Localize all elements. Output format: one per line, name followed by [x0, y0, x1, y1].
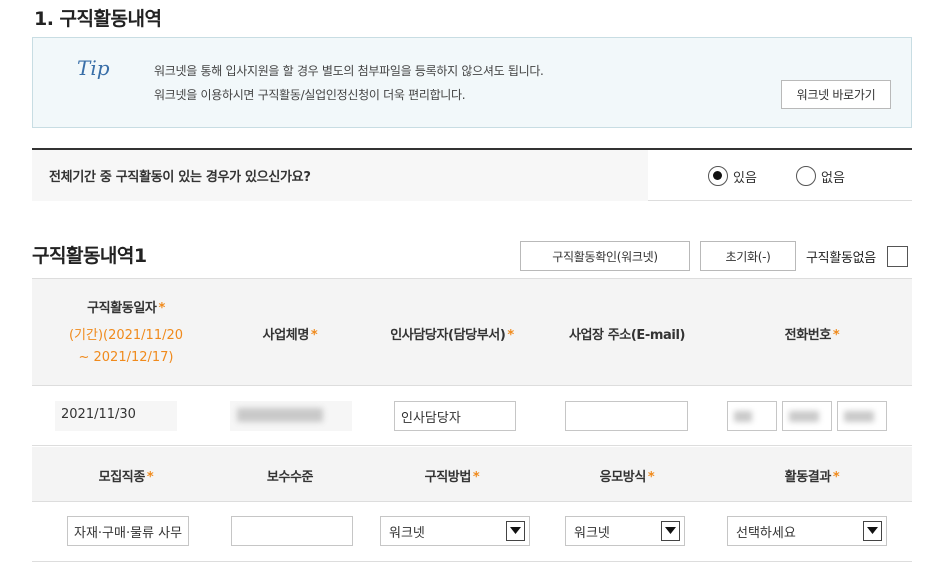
th-date: 구직활동일자 *: [87, 301, 165, 316]
table-header-1: 구직활동일자 * (기간)(2021/11/20 ~ 2021/12/17) 사업…: [32, 278, 912, 386]
th-method: 구직방법 *: [424, 470, 480, 485]
th-hr: 인사담당자(담당부서) *: [390, 328, 514, 343]
radio-yes[interactable]: 있음: [708, 166, 757, 186]
phone-field-2[interactable]: [782, 401, 832, 431]
check-activity-button[interactable]: 구직활동확인(워크넷): [520, 241, 690, 271]
table-header-2: 모집직종 * 보수수준 구직방법 * 응모방식 * 활동결과 *: [32, 447, 912, 502]
result-select[interactable]: 선택하세요: [727, 516, 887, 546]
radio-no-label: 없음: [821, 170, 845, 186]
radio-no[interactable]: 없음: [796, 166, 845, 186]
th-result: 활동결과 *: [784, 470, 840, 485]
chevron-down-icon[interactable]: [506, 521, 525, 541]
method-select[interactable]: 워크넷: [380, 516, 530, 546]
activity-question-row: 전체기간 중 구직활동이 있는 경우가 있으신가요? 있음 없음: [32, 148, 912, 201]
th-salary: 보수수준: [266, 470, 314, 485]
chevron-down-icon[interactable]: [661, 521, 680, 541]
apply-select[interactable]: 워크넷: [565, 516, 685, 546]
activity-title: 구직활동내역1: [32, 245, 147, 267]
section-title: 1. 구직활동내역: [34, 8, 162, 30]
address-field[interactable]: [565, 401, 688, 431]
period-line-1: (기간)(2021/11/20: [68, 328, 184, 343]
salary-field[interactable]: [231, 516, 353, 546]
tip-line-2: 워크넷을 이용하시면 구직활동/실업인정신청이 더욱 편리합니다.: [154, 88, 466, 102]
no-activity-label: 구직활동없음: [806, 251, 876, 266]
company-name-redacted: [237, 408, 323, 422]
hr-field[interactable]: 인사담당자: [394, 401, 516, 431]
worknet-shortcut-button[interactable]: 워크넷 바로가기: [781, 80, 891, 109]
period-line-2: ~ 2021/12/17): [78, 350, 174, 365]
table-row: 2021/11/30 인사담당자: [32, 386, 912, 446]
phone-field-3[interactable]: [837, 401, 887, 431]
radio-yes-label: 있음: [733, 170, 757, 186]
chevron-down-icon[interactable]: [863, 521, 882, 541]
tip-line-1: 워크넷을 통해 입사지원을 할 경우 별도의 첨부파일을 등록하지 않으셔도 됩…: [154, 64, 544, 78]
th-apply: 응모방식 *: [599, 470, 655, 485]
no-activity-checkbox[interactable]: [887, 246, 908, 267]
th-job-type: 모집직종 *: [98, 470, 154, 485]
radio-yes-circle[interactable]: [708, 166, 728, 186]
job-type-field[interactable]: 자재·구매·물류 사무: [67, 516, 189, 546]
th-phone: 전화번호 *: [784, 328, 840, 343]
th-address: 사업장 주소(E-mail): [568, 328, 686, 343]
reset-button[interactable]: 초기화(-): [700, 241, 796, 271]
table-row: 자재·구매·물류 사무 워크넷 워크넷 선택하세요: [32, 502, 912, 562]
activity-date: 2021/11/30: [61, 407, 136, 422]
th-company: 사업체명 *: [262, 328, 318, 343]
radio-no-circle[interactable]: [796, 166, 816, 186]
tip-box: Tip 워크넷을 통해 입사지원을 할 경우 별도의 첨부파일을 등록하지 않으…: [32, 37, 912, 128]
phone-field-1[interactable]: [727, 401, 777, 431]
activity-question: 전체기간 중 구직활동이 있는 경우가 있으신가요?: [32, 150, 648, 201]
tip-label: Tip: [77, 56, 110, 80]
